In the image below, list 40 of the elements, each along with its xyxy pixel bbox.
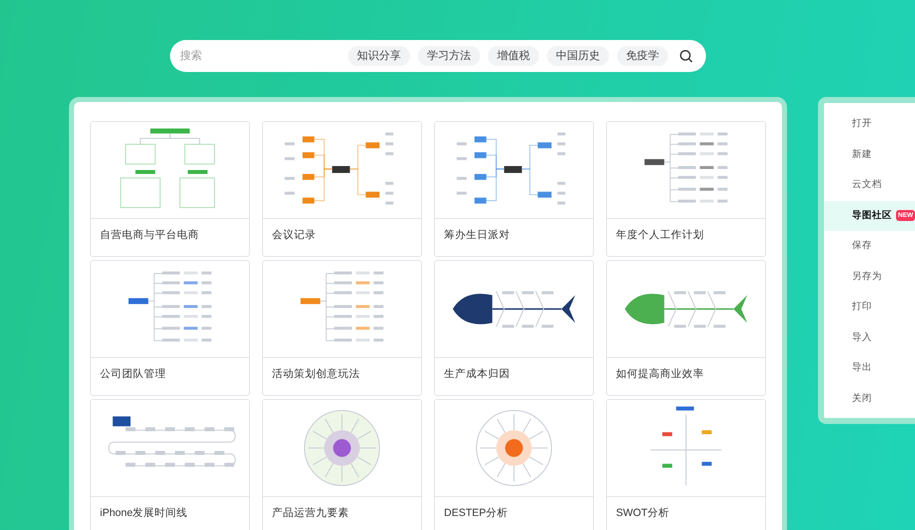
template-title: 年度个人工作计划	[615, 228, 705, 243]
template-title: 公司团队管理	[99, 367, 167, 382]
template-card[interactable]: 活动策划创意玩法	[262, 260, 422, 396]
menu-item[interactable]: 保存	[824, 231, 915, 262]
template-title: 筹办生日派对	[443, 228, 511, 243]
menu-item[interactable]: 导入	[824, 322, 915, 353]
tag-chip[interactable]: 免疫学	[617, 46, 668, 66]
template-card[interactable]: DESTEP分析	[434, 399, 594, 530]
template-title: 如何提高商业效率	[615, 367, 705, 382]
template-card[interactable]: 筹办生日派对	[434, 121, 594, 257]
menu-item[interactable]: 导出	[824, 353, 915, 384]
search-icon[interactable]	[678, 48, 694, 64]
template-title: 生产成本归因	[443, 367, 511, 382]
template-card[interactable]: iPhone发展时间线	[90, 399, 250, 530]
template-title: 会议记录	[271, 228, 317, 243]
template-title: DESTEP分析	[443, 506, 510, 521]
menu-item[interactable]: 新建	[824, 140, 915, 170]
menu-item[interactable]: 另存为	[824, 262, 915, 292]
menu-item[interactable]: 关闭	[824, 384, 915, 414]
tag-chip[interactable]: 增值税	[488, 46, 539, 66]
template-card[interactable]: 产品运营九要素	[262, 399, 422, 530]
template-card[interactable]: 自营电商与平台电商	[90, 121, 250, 257]
template-card[interactable]: SWOT分析	[606, 399, 766, 530]
menu-item[interactable]: 云文档	[824, 170, 915, 200]
menu-item[interactable]: 打印	[824, 292, 915, 322]
template-card[interactable]: 会议记录	[262, 121, 422, 257]
template-card[interactable]: 年度个人工作计划	[606, 121, 766, 257]
template-card[interactable]: 如何提高商业效率	[606, 260, 766, 396]
tag-chip[interactable]: 学习方法	[418, 46, 480, 66]
template-title: 自营电商与平台电商	[99, 228, 200, 243]
template-title: iPhone发展时间线	[99, 506, 189, 521]
tag-chip[interactable]: 中国历史	[547, 46, 609, 66]
menu-item[interactable]: 打开	[824, 109, 915, 140]
template-card[interactable]: 公司团队管理	[90, 260, 250, 396]
template-title: 活动策划创意玩法	[271, 367, 361, 382]
template-title: 产品运营九要素	[271, 506, 350, 521]
template-title: SWOT分析	[615, 506, 670, 521]
tag-chip[interactable]: 知识分享	[348, 46, 410, 66]
template-card[interactable]: 生产成本归因	[434, 260, 594, 396]
search-field[interactable]: 搜索	[180, 48, 348, 64]
